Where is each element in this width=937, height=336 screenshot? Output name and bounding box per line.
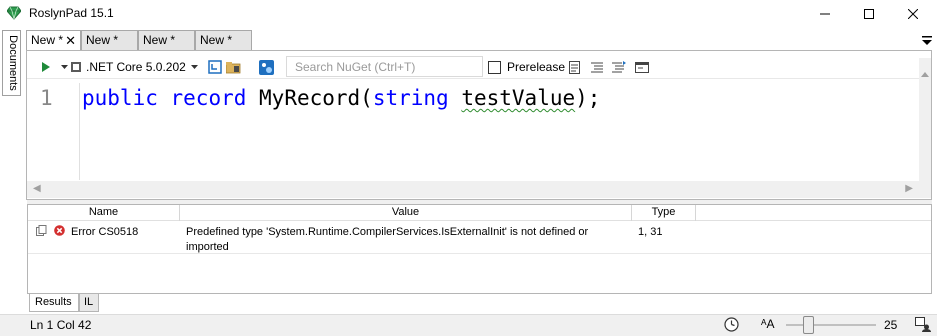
prerelease-checkbox[interactable] (488, 61, 501, 74)
maximize-button[interactable] (846, 0, 892, 27)
chevron-down-icon (61, 64, 68, 69)
window-title: RoslynPad 15.1 (29, 6, 114, 20)
column-header-type[interactable]: Type (632, 205, 696, 221)
tab-label: New * (200, 33, 233, 47)
comment-icon (591, 62, 603, 73)
nuget-search-placeholder: Search NuGet (Ctrl+T) (295, 60, 416, 74)
chevron-down-icon (190, 64, 198, 69)
tab-close-icon[interactable]: ✕ (65, 33, 76, 49)
uncomment-selection-button[interactable] (612, 59, 626, 75)
result-value-line-1: Predefined type 'System.Runtime.Compiler… (186, 226, 589, 238)
restore-packages-icon (208, 60, 222, 74)
title-bar: RoslynPad 15.1 (0, 0, 937, 27)
clock-icon[interactable] (724, 317, 739, 332)
tab-label: New * (143, 33, 176, 47)
uncomment-icon (612, 61, 626, 73)
tab-document-2[interactable]: New * (81, 30, 138, 50)
tabs-overflow-menu-icon[interactable] (921, 34, 933, 46)
run-icon (42, 62, 50, 72)
punctuation-token: ); (575, 86, 601, 110)
tab-results[interactable]: Results (29, 294, 79, 312)
open-folder-button[interactable] (226, 59, 241, 75)
minimize-icon (820, 13, 830, 14)
run-button[interactable] (41, 59, 51, 75)
documents-label: Documents (7, 35, 19, 91)
run-options-dropdown[interactable] (61, 59, 68, 75)
results-grid-header: Name Value Type (28, 205, 931, 221)
type-name-token: MyRecord( (259, 86, 373, 110)
zoom-value: 25 (884, 318, 898, 332)
terminal-icon (635, 61, 649, 73)
column-header-name[interactable]: Name (28, 205, 180, 221)
scroll-left-icon[interactable]: ◀ (33, 183, 41, 194)
editor-vertical-scrollbar[interactable] (919, 58, 931, 198)
prerelease-label: Prerelease (507, 60, 566, 74)
nuget-icon (259, 59, 274, 75)
tab-document-3[interactable]: New * (138, 30, 195, 50)
scroll-up-icon[interactable] (921, 72, 929, 77)
maximize-icon (864, 8, 874, 19)
copy-icon[interactable] (36, 225, 47, 236)
tab-il[interactable]: IL (79, 294, 99, 312)
results-tab-strip: Results IL (27, 294, 932, 312)
tab-document-1[interactable]: New * ✕ (26, 30, 81, 51)
zoom-slider-thumb[interactable] (803, 316, 814, 334)
framework-icon (71, 62, 81, 72)
error-icon (54, 225, 65, 236)
documents-side-tab[interactable]: Documents (2, 30, 21, 96)
restore-packages-button[interactable] (208, 59, 222, 75)
document-tab-strip: New * ✕ New * New * New * (26, 30, 937, 51)
toggle-output-button[interactable] (635, 59, 649, 75)
code-line-1: public record MyRecord(string testValue)… (82, 86, 600, 110)
keyword-token: public (82, 86, 158, 110)
feedback-icon[interactable] (915, 317, 931, 332)
format-document-icon (569, 60, 580, 74)
nuget-search-input[interactable]: Search NuGet (Ctrl+T) (286, 56, 483, 77)
comment-selection-button[interactable] (591, 59, 603, 75)
font-size-icon: ᴬA (761, 317, 775, 331)
nuget-button[interactable] (259, 59, 274, 75)
tab-label: New * (31, 33, 64, 47)
app-gem-icon (7, 6, 21, 20)
cursor-position: Ln 1 Col 42 (30, 318, 92, 332)
parameter-token: testValue (461, 86, 576, 110)
close-window-button[interactable] (890, 0, 936, 27)
result-value-line-2: imported (186, 241, 229, 253)
result-name: Error CS0518 (71, 226, 139, 238)
column-header-value[interactable]: Value (180, 205, 632, 221)
keyword-token: string (372, 86, 449, 110)
folder-icon (226, 61, 241, 73)
minimize-button[interactable] (802, 0, 848, 27)
gutter-divider (79, 83, 80, 180)
line-number: 1 (40, 86, 53, 110)
zoom-slider-track[interactable] (786, 324, 876, 326)
framework-selector[interactable]: .NET Core 5.0.202 (71, 59, 201, 75)
close-icon (908, 8, 918, 19)
scroll-right-icon[interactable]: ▶ (905, 183, 913, 194)
tab-label: New * (86, 33, 119, 47)
result-type: 1, 31 (638, 226, 663, 238)
tab-document-4[interactable]: New * (195, 30, 252, 50)
format-document-button[interactable] (569, 59, 581, 75)
keyword-token: record (170, 86, 247, 110)
framework-label: .NET Core 5.0.202 (86, 60, 186, 74)
editor-horizontal-scrollbar[interactable]: ◀ ▶ (27, 181, 919, 198)
